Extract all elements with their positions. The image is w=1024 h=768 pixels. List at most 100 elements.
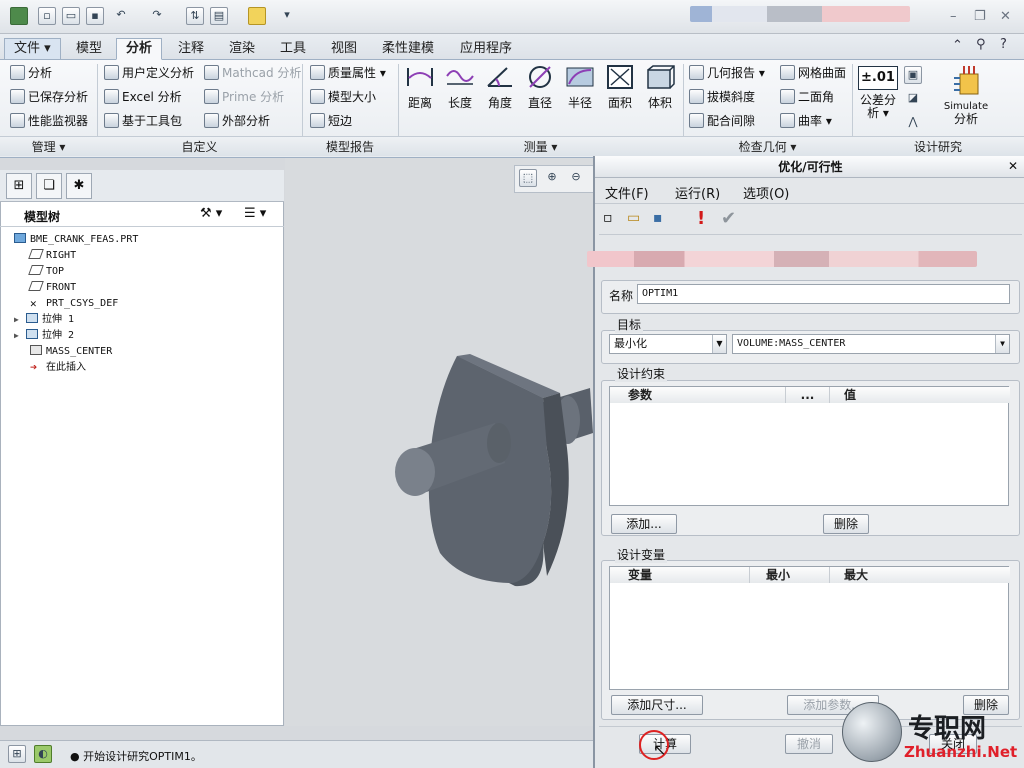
menu-options[interactable]: 选项(O) (743, 183, 789, 202)
mesh-surface-button[interactable]: 网格曲面 (780, 63, 846, 83)
tree-item-part[interactable]: BME_CRANK_FEAS.PRT (14, 232, 138, 248)
ribbon-collapse-icon[interactable]: ⌃ (952, 38, 963, 53)
measure-area-button[interactable]: 面积 (601, 64, 639, 111)
regenerate-icon[interactable]: ⇅ (186, 7, 204, 25)
new-file-icon[interactable]: ▫ (38, 7, 56, 25)
navigator-toggle-icon[interactable]: ⊞ (8, 745, 26, 763)
analysis-button[interactable]: 分析 (10, 63, 52, 83)
col-operator[interactable]: ... (786, 387, 830, 403)
open-study-icon[interactable]: ▭ (627, 210, 640, 226)
user-defined-analysis-button[interactable]: 用户定义分析 (104, 63, 194, 83)
tree-item-insert-here[interactable]: ➔ 在此插入 (30, 360, 86, 376)
toolkit-analysis-button[interactable]: 基于工具包 (104, 111, 182, 131)
tab-annotate[interactable]: 注释 (168, 38, 214, 60)
constraints-table[interactable]: 参数 ... 值 (609, 386, 1010, 506)
col-variable[interactable]: 变量 (610, 567, 750, 583)
tree-item-extrude-2[interactable]: ▶ 拉伸 2 (14, 328, 74, 344)
sensitivity-icon[interactable]: ▣ (904, 66, 922, 84)
tolerance-analysis-button[interactable]: ±.01 公差分 析 ▾ (858, 66, 898, 120)
folder-browser-tab-icon[interactable]: ❏ (36, 173, 62, 199)
tree-item-right[interactable]: RIGHT (28, 248, 76, 264)
tree-settings-icon[interactable]: ⚒ ▾ (200, 206, 222, 221)
expand-icon[interactable]: ▶ (14, 312, 26, 328)
tab-file[interactable]: 文件 ▾ (4, 38, 61, 60)
customize-toolbar-icon[interactable]: ▾ (278, 7, 296, 25)
measure-radius-button[interactable]: 半径 (561, 64, 599, 111)
close-window-icon[interactable] (248, 7, 266, 25)
feasibility-icon[interactable]: ◪ (904, 90, 922, 108)
tree-item-mass-center[interactable]: MASS_CENTER (30, 344, 112, 360)
col-max[interactable]: 最大 (830, 567, 1010, 583)
measure-volume-button[interactable]: 体积 (641, 64, 679, 111)
close-icon[interactable]: ✕ (1000, 9, 1011, 24)
group-manage[interactable]: 管理 ▾ (0, 136, 97, 156)
expand-icon[interactable]: ▶ (14, 328, 26, 344)
goal-parameter-select[interactable]: VOLUME:MASS_CENTER ▼ (732, 334, 1010, 354)
open-folder-icon[interactable]: ▭ (62, 7, 80, 25)
geometry-report-button[interactable]: 几何报告 ▾ (689, 63, 765, 83)
mass-properties-button[interactable]: 质量属性 ▾ (310, 63, 386, 83)
save-icon[interactable]: ▪ (86, 7, 104, 25)
goal-mode-select[interactable]: 最小化 ▼ (609, 334, 727, 354)
search-icon[interactable]: ⚲ (976, 37, 986, 52)
measure-angle-button[interactable]: 角度 (481, 64, 519, 111)
undo-button[interactable]: 撤消 (785, 734, 833, 754)
undo-icon[interactable]: ↶ (112, 7, 130, 25)
save-study-icon[interactable]: ▪ (653, 210, 663, 226)
saved-analysis-button[interactable]: 已保存分析 (10, 87, 88, 107)
tree-item-front[interactable]: FRONT (28, 280, 76, 296)
model-tree-tab-icon[interactable]: ⊞ (6, 173, 32, 199)
clearance-button[interactable]: 配合间隙 (689, 111, 755, 131)
tab-analysis[interactable]: 分析 (116, 38, 163, 60)
add-constraint-button[interactable]: 添加... (611, 514, 677, 534)
excel-analysis-button[interactable]: Excel 分析 (104, 87, 182, 107)
col-parameter[interactable]: 参数 (610, 387, 786, 403)
simulate-analysis-button[interactable]: Simulate 分析 (938, 64, 994, 126)
restore-icon[interactable]: ❐ (974, 9, 986, 24)
measure-diameter-button[interactable]: 直径 (521, 64, 559, 111)
minimize-icon[interactable]: – (950, 9, 957, 24)
model-size-button[interactable]: 模型大小 (310, 87, 376, 107)
curvature-button[interactable]: 曲率 ▾ (780, 111, 832, 131)
short-edge-button[interactable]: 短边 (310, 111, 352, 131)
tree-item-top[interactable]: TOP (28, 264, 64, 280)
col-value[interactable]: 值 (830, 387, 1010, 403)
zoom-in-icon[interactable]: ⊕ (543, 169, 561, 187)
refit-icon[interactable]: ⬚ (519, 169, 537, 187)
group-inspect-geometry[interactable]: 检查几何 ▾ (683, 136, 852, 156)
draft-button[interactable]: 拔模斜度 (689, 87, 755, 107)
col-min[interactable]: 最小 (750, 567, 830, 583)
statistical-icon[interactable]: ⋀ (904, 114, 922, 132)
menu-run[interactable]: 运行(R) (675, 183, 720, 202)
mathcad-analysis-button[interactable]: Mathcad 分析 (204, 63, 301, 83)
dialog-close-icon[interactable]: ✕ (1008, 159, 1018, 173)
dihedral-angle-button[interactable]: 二面角 (780, 87, 834, 107)
measure-distance-button[interactable]: 距离 (401, 64, 439, 111)
browser-toggle-icon[interactable]: ◐ (34, 745, 52, 763)
tree-show-icon[interactable]: ☰ ▾ (244, 206, 266, 221)
performance-monitor-button[interactable]: 性能监视器 (10, 111, 88, 131)
add-dimension-button[interactable]: 添加尺寸... (611, 695, 703, 715)
external-analysis-button[interactable]: 外部分析 (204, 111, 270, 131)
tab-view[interactable]: 视图 (321, 38, 367, 60)
run-study-icon[interactable]: ! (697, 208, 705, 229)
name-input[interactable]: OPTIM1 (637, 284, 1010, 304)
windows-icon[interactable]: ▤ (210, 7, 228, 25)
tab-render[interactable]: 渲染 (219, 38, 265, 60)
tab-applications[interactable]: 应用程序 (450, 38, 522, 60)
tab-model[interactable]: 模型 (66, 38, 112, 60)
delete-constraint-button[interactable]: 删除 (823, 514, 869, 534)
tree-item-csys[interactable]: ✕ PRT_CSYS_DEF (30, 296, 118, 312)
menu-file[interactable]: 文件(F) (605, 183, 649, 202)
prime-analysis-button[interactable]: Prime 分析 (204, 87, 284, 107)
tree-item-extrude-1[interactable]: ▶ 拉伸 1 (14, 312, 74, 328)
new-study-icon[interactable]: ▫ (603, 210, 613, 226)
favorites-tab-icon[interactable]: ✱ (66, 173, 92, 199)
redo-icon[interactable]: ↷ (148, 7, 166, 25)
group-measure[interactable]: 测量 ▾ (398, 136, 683, 156)
variables-table[interactable]: 变量 最小 最大 (609, 566, 1010, 690)
zoom-out-icon[interactable]: ⊖ (567, 169, 585, 187)
tab-tools[interactable]: 工具 (270, 38, 316, 60)
measure-length-button[interactable]: 长度 (441, 64, 479, 111)
tab-flexible-modeling[interactable]: 柔性建模 (372, 38, 444, 60)
